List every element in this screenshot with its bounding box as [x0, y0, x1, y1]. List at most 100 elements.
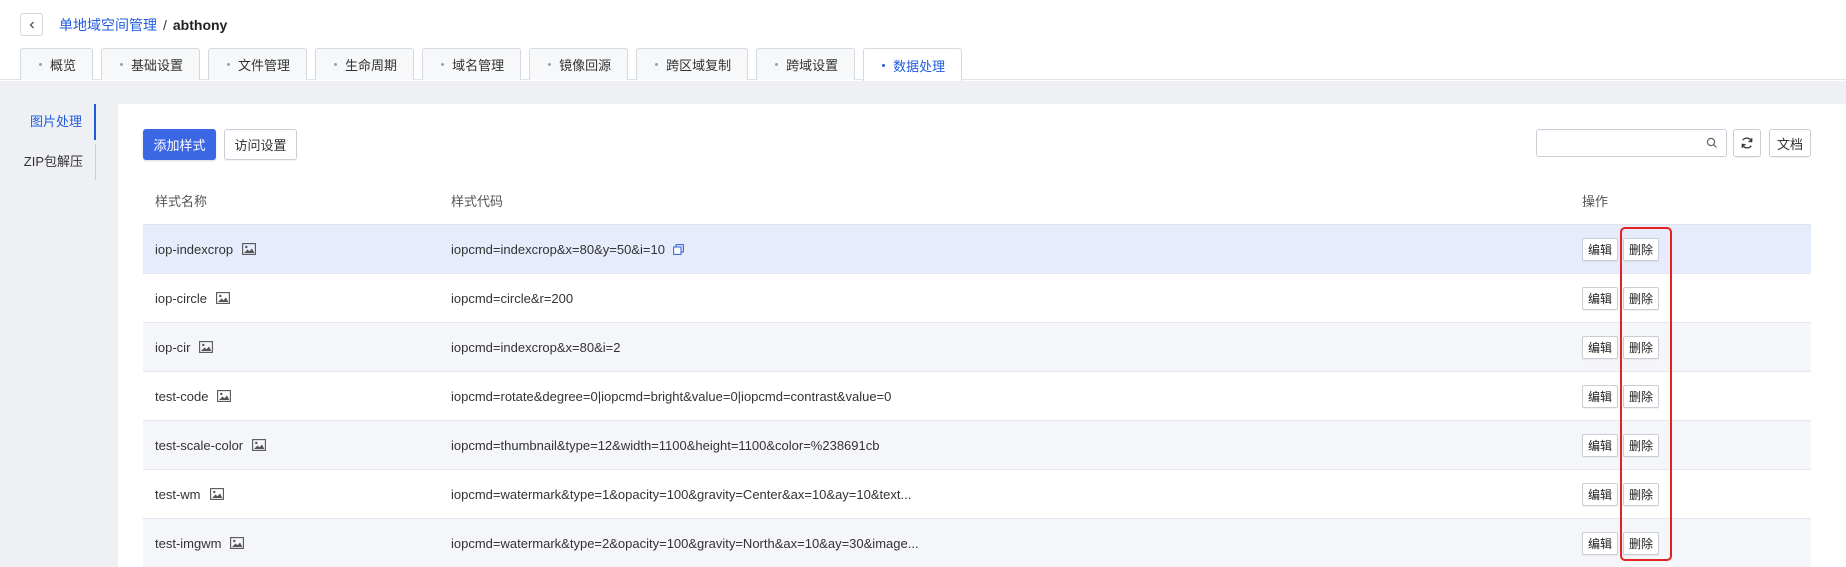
edit-button[interactable]: 编辑: [1582, 433, 1619, 457]
side-item-zip-extract[interactable]: ZIP包解压: [0, 144, 96, 180]
edit-button[interactable]: 编辑: [1582, 384, 1619, 408]
side-item-image-processing[interactable]: 图片处理: [0, 104, 96, 140]
header-actions: 操作: [1582, 193, 1609, 209]
style-name: test-wm: [155, 486, 201, 502]
style-code-cell: iopcmd=watermark&type=2&opacity=100&grav…: [439, 536, 1570, 551]
style-code: iopcmd=watermark&type=1&opacity=100&grav…: [451, 486, 912, 502]
style-code-cell: iopcmd=rotate&degree=0|iopcmd=bright&val…: [439, 389, 1570, 404]
style-code: iopcmd=indexcrop&x=80&y=50&i=10: [451, 241, 665, 257]
image-icon[interactable]: [209, 488, 224, 500]
tab-lifecycle[interactable]: 生命周期: [315, 48, 415, 80]
tab-dot: [441, 63, 445, 66]
tab-cross-region-replication[interactable]: 跨区域复制: [636, 48, 749, 80]
tab-dot: [882, 63, 886, 67]
search-box: [1536, 129, 1727, 157]
tab-label: 文件管理: [238, 58, 291, 73]
style-code: iopcmd=rotate&degree=0|iopcmd=bright&val…: [451, 388, 892, 404]
tab-dot: [120, 63, 124, 66]
table-row: test-wm iopcmd=watermark&type=1&opacity=1…: [143, 470, 1811, 519]
style-name: test-code: [155, 388, 209, 404]
style-code: iopcmd=circle&r=200: [451, 290, 574, 306]
side-nav: 图片处理 ZIP包解压: [0, 104, 96, 184]
style-name-cell: iop-circle: [143, 291, 439, 306]
style-name: iop-cir: [155, 339, 191, 355]
style-name-cell: test-imgwm: [143, 536, 439, 551]
tab-label: 跨区域复制: [666, 58, 732, 73]
tab-label: 数据处理: [893, 58, 946, 74]
edit-button[interactable]: 编辑: [1582, 335, 1619, 359]
tab-mirror-origin[interactable]: 镜像回源: [529, 48, 629, 80]
breadcrumb-separator: /: [163, 17, 167, 33]
table-row: test-imgwm iopcmd=watermark&type=2&opacit…: [143, 519, 1811, 567]
edit-button[interactable]: 编辑: [1582, 286, 1619, 310]
tab-label: 基础设置: [131, 58, 184, 73]
copy-icon[interactable]: [672, 243, 684, 255]
add-style-button[interactable]: 添加样式: [143, 129, 216, 160]
tab-dot: [334, 63, 338, 66]
image-icon[interactable]: [216, 292, 230, 304]
style-name: iop-circle: [155, 290, 208, 306]
style-name-cell: test-scale-color: [143, 438, 439, 453]
tab-domain-management[interactable]: 域名管理: [422, 48, 522, 80]
image-icon[interactable]: [199, 341, 214, 353]
style-code: iopcmd=watermark&type=2&opacity=100&grav…: [451, 535, 919, 551]
style-code-cell: iopcmd=indexcrop&x=80&i=2: [439, 340, 1570, 355]
page-header: 单地域空间管理 / abthony 概览 基础设置 文件管理 生命周期 域名管理…: [0, 0, 1846, 81]
header-style-name: 样式名称: [155, 193, 208, 209]
image-icon[interactable]: [252, 439, 267, 451]
style-name-cell: test-code: [143, 389, 439, 404]
image-icon[interactable]: [217, 390, 232, 402]
highlight-annotation-box: [1620, 227, 1672, 561]
table-row: iop-circle iopcmd=circle&r=200 编辑 删除: [143, 274, 1811, 323]
style-name-cell: iop-indexcrop: [143, 242, 439, 257]
image-icon[interactable]: [242, 243, 256, 255]
chevron-left-icon: [29, 21, 34, 28]
style-name: iop-indexcrop: [155, 241, 234, 257]
edit-button[interactable]: 编辑: [1582, 482, 1619, 506]
table-row: test-code iopcmd=rotate&degree=0|iopcmd=b…: [143, 372, 1811, 421]
back-button[interactable]: [20, 13, 43, 36]
breadcrumb-current: abthony: [172, 17, 228, 33]
search-input[interactable]: [1537, 130, 1697, 156]
breadcrumb: 单地域空间管理 / abthony: [59, 16, 227, 34]
tab-dot: [775, 63, 779, 66]
tab-dot: [39, 63, 42, 66]
style-code: iopcmd=thumbnail&type=12&width=1100&heig…: [451, 437, 880, 453]
search-icon[interactable]: [1706, 137, 1718, 149]
tab-label: 镜像回源: [559, 58, 612, 73]
style-code-cell: iopcmd=watermark&type=1&opacity=100&grav…: [439, 487, 1570, 502]
style-code-cell: iopcmd=thumbnail&type=12&width=1100&heig…: [439, 438, 1570, 453]
style-name: test-imgwm: [155, 535, 222, 551]
tab-label: 跨域设置: [786, 58, 839, 73]
tab-basic-settings[interactable]: 基础设置: [101, 48, 201, 80]
access-settings-button[interactable]: 访问设置: [224, 129, 297, 160]
style-name-cell: test-wm: [143, 487, 439, 502]
refresh-icon: [1741, 137, 1753, 149]
tab-label: 概览: [50, 58, 77, 73]
styles-table: 样式名称 样式代码 操作 iop-indexcrop iopcmd=indexcr…: [143, 176, 1811, 567]
tab-dot: [548, 63, 552, 66]
tab-label: 域名管理: [452, 58, 505, 73]
table-row: test-scale-color iopcmd=thumbnail&type=12…: [143, 421, 1811, 470]
tab-data-processing[interactable]: 数据处理: [863, 48, 963, 81]
style-name: test-scale-color: [155, 437, 244, 453]
header-style-code: 样式代码: [451, 193, 504, 209]
table-row: iop-cir iopcmd=indexcrop&x=80&i=2 编辑 删除: [143, 323, 1811, 372]
refresh-button[interactable]: [1733, 129, 1761, 157]
tab-overview[interactable]: 概览: [20, 48, 94, 80]
tab-file-management[interactable]: 文件管理: [208, 48, 308, 80]
tab-cors-settings[interactable]: 跨域设置: [756, 48, 856, 80]
tab-bar: 概览 基础设置 文件管理 生命周期 域名管理 镜像回源 跨区域复制 跨域设置 数…: [20, 48, 970, 81]
table-row: iop-indexcrop iopcmd=indexcrop&x=80&y=50&…: [143, 225, 1811, 274]
edit-button[interactable]: 编辑: [1582, 531, 1619, 555]
image-icon[interactable]: [230, 537, 245, 549]
breadcrumb-parent-link[interactable]: 单地域空间管理: [59, 16, 157, 34]
tab-dot: [655, 63, 659, 66]
doc-button[interactable]: 文档: [1769, 129, 1811, 157]
tab-dot: [227, 63, 231, 66]
table-header: 样式名称 样式代码 操作: [143, 176, 1811, 225]
style-code: iopcmd=indexcrop&x=80&i=2: [451, 339, 621, 355]
edit-button[interactable]: 编辑: [1582, 237, 1619, 261]
main-panel: 添加样式 访问设置 文档 样式名称 样式代码 操作 iop-indexcrop i…: [118, 104, 1846, 567]
tab-label: 生命周期: [345, 58, 398, 73]
